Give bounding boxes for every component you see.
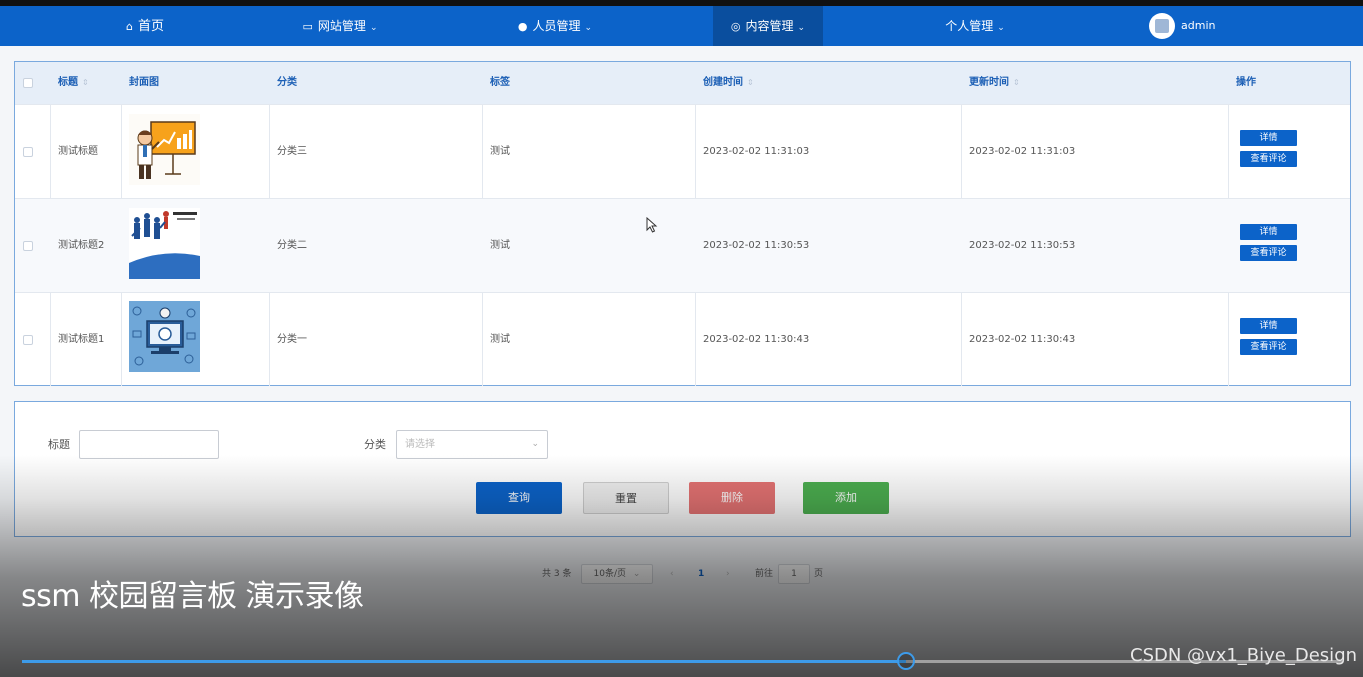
- cell-tag: 测试: [490, 146, 510, 157]
- view-comments-button[interactable]: 查看评论: [1240, 245, 1297, 261]
- video-progress-handle[interactable]: [897, 652, 916, 670]
- cell-created: 2023-02-02 11:31:03: [703, 146, 810, 157]
- nav-website-label: 网站管理: [317, 19, 366, 33]
- add-button[interactable]: 添加: [803, 482, 889, 514]
- prev-page-icon[interactable]: ‹: [670, 565, 674, 583]
- nav-home-label: 首页: [137, 19, 164, 34]
- category-select[interactable]: 请选择 ⌄: [396, 430, 548, 459]
- nav-personal[interactable]: 个人管理 ⌄: [925, 6, 1025, 46]
- monitor-icon: ▭: [302, 20, 313, 33]
- sort-icon: ⇕: [747, 78, 754, 87]
- title-filter-label: 标题: [48, 438, 70, 451]
- avatar[interactable]: [1149, 13, 1175, 39]
- page-unit-label: 页: [814, 569, 824, 579]
- video-caption: ssm 校园留言板 演示录像: [21, 579, 364, 614]
- user-icon: ●: [517, 20, 528, 33]
- home-icon: ⌂: [126, 20, 133, 33]
- nav-people-label: 人员管理: [532, 19, 581, 33]
- cell-updated: 2023-02-02 11:30:43: [969, 334, 1076, 345]
- page-size-value: 10条/页: [593, 569, 627, 579]
- nav-home[interactable]: ⌂ 首页: [95, 6, 195, 46]
- detail-button[interactable]: 详情: [1240, 318, 1297, 334]
- video-progress-fill: [22, 660, 907, 663]
- table-row[interactable]: 测试标题1 分类一 测试 2023-02-02 11:30:43 2023-02…: [15, 292, 1350, 386]
- detail-button[interactable]: 详情: [1240, 130, 1297, 146]
- view-comments-button[interactable]: 查看评论: [1240, 151, 1297, 167]
- nav-personal-label: 个人管理: [945, 19, 994, 33]
- goto-page-input[interactable]: 1: [778, 564, 810, 584]
- reset-button[interactable]: 重置: [583, 482, 669, 514]
- tech-illustration: [129, 301, 200, 372]
- row-checkbox[interactable]: [23, 241, 33, 251]
- current-page[interactable]: 1: [698, 565, 704, 583]
- row-checkbox[interactable]: [23, 335, 33, 345]
- header-title[interactable]: 标题 ⇕: [58, 62, 89, 104]
- presentation-illustration: [129, 114, 200, 185]
- category-select-placeholder: 请选择: [405, 439, 435, 450]
- table-header: 标题 ⇕ 封面图 分类 标签 创建时间 ⇕ 更新时间 ⇕ 操作: [15, 62, 1350, 104]
- header-updated[interactable]: 更新时间 ⇕: [969, 62, 1020, 104]
- header-actions: 操作: [1236, 77, 1256, 88]
- category-filter-label: 分类: [364, 438, 386, 451]
- table-row[interactable]: 测试标题 分类三 测试 2023-02-02 11:31:03 2023-02-…: [15, 104, 1350, 198]
- cell-title: 测试标题1: [58, 334, 105, 345]
- cell-created: 2023-02-02 11:30:53: [703, 240, 810, 251]
- chevron-down-icon: ⌄: [584, 23, 593, 33]
- header-tag: 标签: [490, 77, 510, 88]
- title-filter-input[interactable]: [79, 430, 219, 459]
- detail-button[interactable]: 详情: [1240, 224, 1297, 240]
- cell-tag: 测试: [490, 334, 510, 345]
- next-page-icon[interactable]: ›: [726, 565, 730, 583]
- cover-image: [129, 114, 200, 185]
- select-all-checkbox[interactable]: [23, 78, 33, 88]
- nav-website[interactable]: ▭ 网站管理 ⌄: [285, 6, 395, 46]
- sort-icon: ⇕: [82, 78, 89, 87]
- mouse-cursor-icon: [646, 217, 658, 233]
- content-table: 标题 ⇕ 封面图 分类 标签 创建时间 ⇕ 更新时间 ⇕ 操作 测试标题 分类三…: [14, 61, 1351, 386]
- screen: ⌂ 首页 ▭ 网站管理 ⌄ ● 人员管理 ⌄ ◎ 内容管理 ⌄ 个人管理 ⌄ admin 标题 ⇕…: [0, 0, 1363, 677]
- header-cover: 封面图: [129, 77, 159, 88]
- cell-category: 分类二: [277, 240, 307, 251]
- chevron-down-icon: ⌄: [369, 23, 378, 33]
- search-panel: 标题 分类 请选择 ⌄ 查询 重置 删除 添加: [14, 401, 1351, 537]
- top-navigation: ⌂ 首页 ▭ 网站管理 ⌄ ● 人员管理 ⌄ ◎ 内容管理 ⌄ 个人管理 ⌄ admin: [0, 6, 1363, 46]
- cell-category: 分类一: [277, 334, 307, 345]
- nav-content-label: 内容管理: [745, 19, 794, 33]
- query-button[interactable]: 查询: [476, 482, 562, 514]
- goto-label: 前往: [755, 569, 774, 579]
- cell-title: 测试标题2: [58, 240, 105, 251]
- chevron-down-icon: ⌄: [797, 23, 806, 33]
- delete-button[interactable]: 删除: [689, 482, 775, 514]
- chevron-down-icon: ⌄: [632, 569, 641, 579]
- row-checkbox[interactable]: [23, 147, 33, 157]
- cell-updated: 2023-02-02 11:30:53: [969, 240, 1076, 251]
- cell-updated: 2023-02-02 11:31:03: [969, 146, 1076, 157]
- nav-people[interactable]: ● 人员管理 ⌄: [500, 6, 610, 46]
- teamwork-illustration: [129, 208, 200, 279]
- header-category: 分类: [277, 77, 297, 88]
- table-row[interactable]: 测试标题2 分类二 测试 2023-02-02 11:30:53 2023-02…: [15, 198, 1350, 292]
- page-size-select[interactable]: 10条/页 ⌄: [581, 564, 653, 584]
- nav-content[interactable]: ◎ 内容管理 ⌄: [713, 6, 823, 46]
- cell-category: 分类三: [277, 146, 307, 157]
- comment-icon: ◎: [730, 20, 741, 33]
- cell-tag: 测试: [490, 240, 510, 251]
- username[interactable]: admin: [1181, 6, 1215, 46]
- chevron-down-icon: ⌄: [531, 439, 539, 449]
- watermark: CSDN @vx1_Biye_Design: [1130, 645, 1358, 666]
- cover-image: [129, 208, 200, 279]
- chevron-down-icon: ⌄: [997, 23, 1005, 33]
- view-comments-button[interactable]: 查看评论: [1240, 339, 1297, 355]
- cover-image: [129, 301, 200, 372]
- cell-created: 2023-02-02 11:30:43: [703, 334, 810, 345]
- sort-icon: ⇕: [1013, 78, 1020, 87]
- cell-title: 测试标题: [58, 146, 98, 157]
- header-created[interactable]: 创建时间 ⇕: [703, 62, 754, 104]
- pagination-total: 共 3 条: [542, 569, 572, 579]
